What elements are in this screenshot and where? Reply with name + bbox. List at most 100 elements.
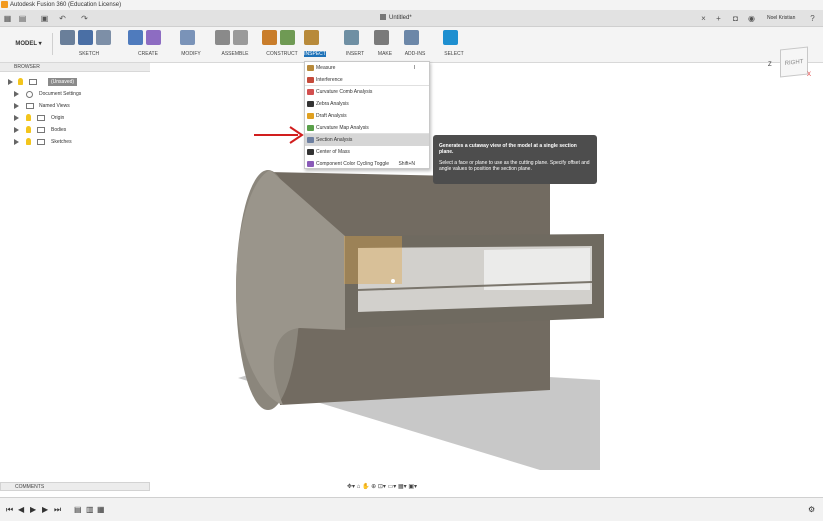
modify-tool-icon[interactable]	[180, 30, 195, 45]
visibility-bulb-icon[interactable]	[26, 138, 31, 145]
inspect-menu-item-icon	[307, 161, 314, 167]
toolbar-group-label[interactable]: ASSEMBLE	[215, 51, 255, 57]
viewports-icon[interactable]: ▣▾	[408, 484, 417, 490]
inspect-menu-item[interactable]: Measure I	[305, 62, 429, 74]
toolbar-group-modify[interactable]: MODIFY	[180, 30, 202, 60]
timeline-end-icon[interactable]: ⏭	[54, 505, 61, 515]
expand-icon[interactable]	[14, 139, 19, 145]
inspect-menu-item[interactable]: Draft Analysis	[305, 110, 429, 122]
view-cube[interactable]: RIGHT	[780, 46, 808, 78]
fit-icon[interactable]: ⊡▾	[378, 484, 386, 490]
toolbar-group-label[interactable]: ADD-INS	[404, 51, 426, 57]
timeline-feature-split-icon[interactable]: ▦	[97, 505, 105, 514]
toolbar-group-assemble[interactable]: ASSEMBLE	[215, 30, 255, 60]
toolbar-group-label[interactable]: CONSTRUCT	[262, 51, 302, 57]
timeline-feature-sketch-icon[interactable]: ▤	[74, 505, 82, 514]
inspect-menu-item[interactable]: Curvature Comb Analysis	[305, 86, 429, 98]
pan-icon[interactable]: ✋	[362, 484, 369, 490]
add-ins-tool-icon[interactable]	[404, 30, 419, 45]
visibility-bulb-icon[interactable]	[26, 114, 31, 121]
workspace-switcher[interactable]: MODEL ▾	[5, 33, 53, 55]
close-tab-icon[interactable]: ×	[699, 14, 708, 23]
undo-icon[interactable]: ↶	[58, 14, 67, 23]
select-tool-icon[interactable]	[443, 30, 458, 45]
document-cube-icon	[380, 14, 386, 20]
inspect-menu-item[interactable]: Center of Mass	[305, 146, 429, 158]
browser-item-document-settings[interactable]: Document Settings	[6, 88, 146, 100]
save-icon[interactable]: ▣	[40, 14, 49, 23]
construct-tool-icon[interactable]	[262, 30, 277, 45]
inspect-menu-item[interactable]: Zebra Analysis	[305, 98, 429, 110]
user-name[interactable]: Noel Kristian	[767, 15, 795, 21]
toolbar-group-label[interactable]: SELECT	[443, 51, 465, 57]
browser-header[interactable]: BROWSER	[0, 63, 150, 72]
grid-settings-icon[interactable]: ▦▾	[398, 484, 407, 490]
expand-icon[interactable]	[14, 91, 19, 97]
timeline-settings-gear-icon[interactable]: ⚙	[808, 505, 815, 514]
timeline-play-icon[interactable]: ▶	[30, 505, 36, 514]
inspect-menu-item[interactable]: Section Analysis	[305, 134, 429, 146]
expand-icon[interactable]	[14, 103, 19, 109]
browser-root[interactable]: (Unsaved)	[6, 76, 146, 88]
create-tool-icon[interactable]	[146, 30, 161, 45]
tooltip-heading: Generates a cutaway view of the model at…	[439, 143, 577, 155]
sketch-tool-icon[interactable]	[60, 30, 75, 45]
orbit-icon[interactable]: ✥▾	[347, 484, 355, 490]
notifications-icon[interactable]: ◉	[747, 14, 756, 23]
new-tab-icon[interactable]: +	[714, 14, 723, 23]
inspect-tool-icon[interactable]	[304, 30, 319, 45]
inspect-menu-item[interactable]: Interference	[305, 74, 429, 86]
toolbar-group-make[interactable]: MAKE	[374, 30, 396, 60]
toolbar-group-construct[interactable]: CONSTRUCT	[262, 30, 302, 60]
job-status-icon[interactable]: ◘	[731, 14, 740, 23]
file-menu-icon[interactable]: ▤	[18, 14, 27, 23]
visibility-bulb-icon[interactable]	[26, 126, 31, 133]
document-tab[interactable]: Untitled*	[380, 14, 412, 21]
timeline-forward-icon[interactable]: ▶	[42, 505, 48, 514]
toolbar-group-label[interactable]: MODIFY	[180, 51, 202, 57]
toolbar-group-inspect[interactable]: INSPECT	[304, 30, 326, 60]
toolbar-group-select[interactable]: SELECT	[443, 30, 465, 60]
display-settings-icon[interactable]: ▭▾	[388, 484, 397, 490]
create-tool-icon[interactable]	[128, 30, 143, 45]
zoom-icon[interactable]: ⊕	[371, 484, 376, 490]
inspect-menu-item-label: Curvature Map Analysis	[316, 125, 369, 131]
browser-item-sketches[interactable]: Sketches	[6, 136, 146, 148]
folder-icon	[26, 103, 34, 109]
inspect-menu-item[interactable]: Component Color Cycling Toggle Shift+N	[305, 158, 429, 170]
insert-tool-icon[interactable]	[344, 30, 359, 45]
assemble-tool-icon[interactable]	[215, 30, 230, 45]
inspect-menu-item-shortcut: I	[413, 65, 415, 71]
browser-item-origin[interactable]: Origin	[6, 112, 146, 124]
look-at-icon[interactable]: ⌂	[357, 484, 361, 490]
construct-tool-icon[interactable]	[280, 30, 295, 45]
toolbar-group-label[interactable]: CREATE	[128, 51, 168, 57]
timeline-feature-extrude-icon[interactable]: ▥	[86, 505, 94, 514]
make-tool-icon[interactable]	[374, 30, 389, 45]
grid-menu-icon[interactable]: ▦	[3, 14, 12, 23]
timeline-back-icon[interactable]: ◀	[18, 505, 24, 514]
browser-item-bodies[interactable]: Bodies	[6, 124, 146, 136]
browser-item-named-views[interactable]: Named Views	[6, 100, 146, 112]
toolbar-group-insert[interactable]: INSERT	[344, 30, 366, 60]
redo-icon[interactable]: ↷	[80, 14, 89, 23]
comments-panel-header[interactable]: COMMENTS	[0, 482, 150, 491]
inspect-menu-item[interactable]: Curvature Map Analysis	[305, 122, 429, 134]
toolbar-group-label[interactable]: SKETCH	[60, 51, 118, 57]
visibility-bulb-icon[interactable]	[18, 78, 23, 85]
toolbar-group-create[interactable]: CREATE	[128, 30, 168, 60]
assemble-tool-icon[interactable]	[233, 30, 248, 45]
toolbar-group-label[interactable]: INSPECT	[304, 51, 326, 57]
inspect-menu-item-icon	[307, 101, 314, 107]
expand-icon[interactable]	[8, 79, 13, 85]
toolbar-group-add-ins[interactable]: ADD-INS	[404, 30, 426, 60]
sketch-tool-icon[interactable]	[96, 30, 111, 45]
expand-icon[interactable]	[14, 115, 19, 121]
toolbar-group-label[interactable]: INSERT	[344, 51, 366, 57]
help-icon[interactable]: ?	[808, 14, 817, 23]
toolbar-group-label[interactable]: MAKE	[374, 51, 396, 57]
expand-icon[interactable]	[14, 127, 19, 133]
timeline-start-icon[interactable]: ⏮	[6, 505, 13, 515]
toolbar-group-sketch[interactable]: SKETCH	[60, 30, 118, 60]
sketch-tool-icon[interactable]	[78, 30, 93, 45]
